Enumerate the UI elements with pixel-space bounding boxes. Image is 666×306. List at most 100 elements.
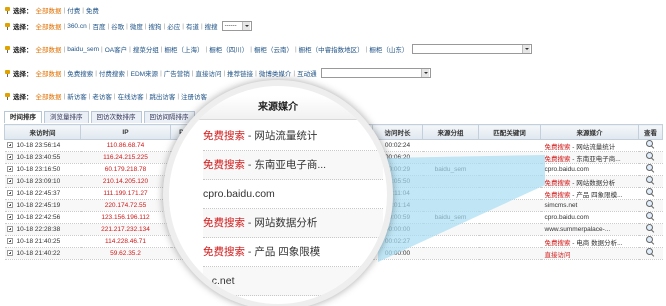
filter-option[interactable]: 橱柜（四川） — [209, 44, 248, 54]
filter-option[interactable]: 橱柜（中睿指数地区） — [299, 44, 364, 54]
filter-option[interactable]: 百度 — [92, 21, 105, 31]
column-header: IP — [80, 124, 171, 140]
visit-time-cell: 10-18 21:40:25 — [4, 235, 81, 248]
pin-icon — [4, 92, 11, 100]
filter-select[interactable] — [320, 68, 431, 78]
magnifier-icon[interactable] — [646, 236, 655, 245]
expand-icon[interactable] — [6, 238, 13, 245]
filter-option[interactable]: 新访客 — [67, 91, 87, 101]
view-cell — [638, 139, 663, 152]
filter-option[interactable]: EDM来源 — [131, 68, 158, 78]
ip-cell: 114.228.46.71 — [80, 235, 171, 248]
filter-option[interactable]: baidu_sem — [67, 46, 99, 53]
source-group-cell: baidu_sem — [422, 211, 479, 224]
filter-select[interactable] — [412, 44, 533, 54]
filter-option[interactable]: 免费 — [86, 5, 99, 15]
filter-label: 选择： — [4, 44, 33, 54]
separator: | — [82, 6, 84, 14]
filter-option[interactable]: 广告营销 — [164, 68, 190, 78]
magnifier-icon[interactable] — [646, 152, 655, 161]
source-group-cell — [422, 223, 479, 236]
filter-option[interactable]: 橱柜（山东） — [369, 44, 408, 54]
filter-option[interactable]: 互动通 — [297, 68, 317, 78]
expand-icon[interactable] — [6, 166, 13, 173]
filter-option[interactable]: 微度 — [130, 21, 143, 31]
filter-option[interactable]: 推荐链接 — [227, 68, 253, 78]
source-group-cell — [422, 175, 479, 188]
source-group-cell: baidu_sem — [422, 163, 479, 176]
separator: | — [293, 69, 296, 77]
filter-option[interactable]: 全部数据 — [36, 21, 62, 31]
tab[interactable]: 时间排序 — [4, 111, 42, 123]
filter-option[interactable]: 有道 — [186, 21, 199, 31]
source-medium-cell: 直接访问 — [540, 247, 639, 260]
separator: | — [113, 92, 116, 100]
filter-option[interactable]: 橱柜（云南） — [254, 44, 293, 54]
separator: | — [95, 69, 97, 77]
source-medium-cell: 免费搜索 - 电商 数据分析... — [540, 235, 639, 248]
filter-option[interactable]: 付费搜索 — [99, 68, 125, 78]
expand-icon[interactable] — [6, 190, 13, 197]
keyword-cell — [478, 211, 541, 224]
filter-option[interactable]: 全部数据 — [36, 68, 62, 78]
source-group-cell — [422, 247, 479, 260]
filter-option[interactable]: 搜菜分组 — [133, 44, 159, 54]
tab[interactable]: 浏览量排序 — [44, 111, 89, 123]
ip-cell: 116.24.215.225 — [80, 151, 171, 164]
filter-option[interactable]: 微博类媒介 — [259, 68, 292, 78]
filter-option[interactable]: 全部数据 — [36, 5, 62, 15]
magnifier-icon[interactable] — [646, 176, 655, 185]
lens-row: 免费搜索 - 网站流量统计 — [203, 122, 383, 151]
separator: | — [294, 45, 297, 53]
expand-icon[interactable] — [6, 154, 13, 161]
filter-option[interactable]: 老访客 — [92, 91, 112, 101]
filter-option[interactable]: 橱柜（上海） — [165, 44, 204, 54]
filter-option[interactable]: 直接访问 — [195, 68, 221, 78]
magnifier-icon[interactable] — [646, 140, 655, 149]
view-cell — [638, 211, 663, 224]
separator: | — [255, 69, 257, 77]
separator: | — [63, 6, 66, 14]
ip-cell: 59.62.35.2 — [80, 247, 171, 260]
separator: | — [191, 69, 194, 77]
filter-option[interactable]: 付费 — [67, 5, 80, 15]
filter-select[interactable]: ------ — [221, 21, 252, 31]
filter-option[interactable]: 全部数据 — [36, 44, 62, 54]
filter-option[interactable]: OA客户 — [105, 44, 127, 54]
visit-time-cell: 10-18 22:28:38 — [4, 223, 81, 236]
filter-option[interactable]: 搜狗 — [149, 21, 162, 31]
column-header: 匹配关键词 — [478, 124, 541, 140]
separator: | — [205, 45, 208, 53]
magnifier-icon[interactable] — [646, 224, 655, 233]
filter-row: 选择： 全部数据 | 付费 | 免费 — [4, 4, 100, 16]
expand-icon[interactable] — [6, 250, 13, 257]
filter-option[interactable]: 搜搜 — [205, 21, 218, 31]
tab[interactable]: 回访次数排序 — [90, 111, 142, 123]
filter-option[interactable]: 全部数据 — [36, 91, 62, 101]
separator: | — [145, 92, 148, 100]
magnifier-icon[interactable] — [646, 188, 655, 197]
ip-cell: 123.156.196.112 — [80, 211, 171, 224]
filter-option[interactable]: 必应 — [167, 21, 180, 31]
keyword-cell — [478, 187, 541, 200]
expand-icon[interactable] — [6, 178, 13, 185]
magnifier-icon[interactable] — [646, 200, 655, 209]
expand-icon[interactable] — [6, 142, 13, 149]
ip-cell: 60.179.218.78 — [80, 163, 171, 176]
separator: | — [144, 22, 147, 30]
magnifier-icon[interactable] — [646, 164, 655, 173]
filter-option[interactable]: 谷歌 — [111, 21, 124, 31]
expand-icon[interactable] — [6, 214, 13, 221]
magnifier-icon[interactable] — [646, 248, 655, 257]
magnifier-icon[interactable] — [646, 212, 655, 221]
visit-time-cell: 10-18 21:40:22 — [4, 247, 81, 260]
filter-option[interactable]: 免费搜索 — [67, 68, 93, 78]
expand-icon[interactable] — [6, 226, 13, 233]
expand-icon[interactable] — [6, 202, 13, 209]
filter-option[interactable]: 360.cn — [67, 23, 87, 30]
chevron-down-icon — [420, 69, 429, 77]
filter-option[interactable]: 在线访客 — [118, 91, 144, 101]
source-medium-cell: cpro.baidu.com — [540, 163, 639, 176]
keyword-cell — [478, 223, 541, 236]
source-group-cell — [422, 187, 479, 200]
